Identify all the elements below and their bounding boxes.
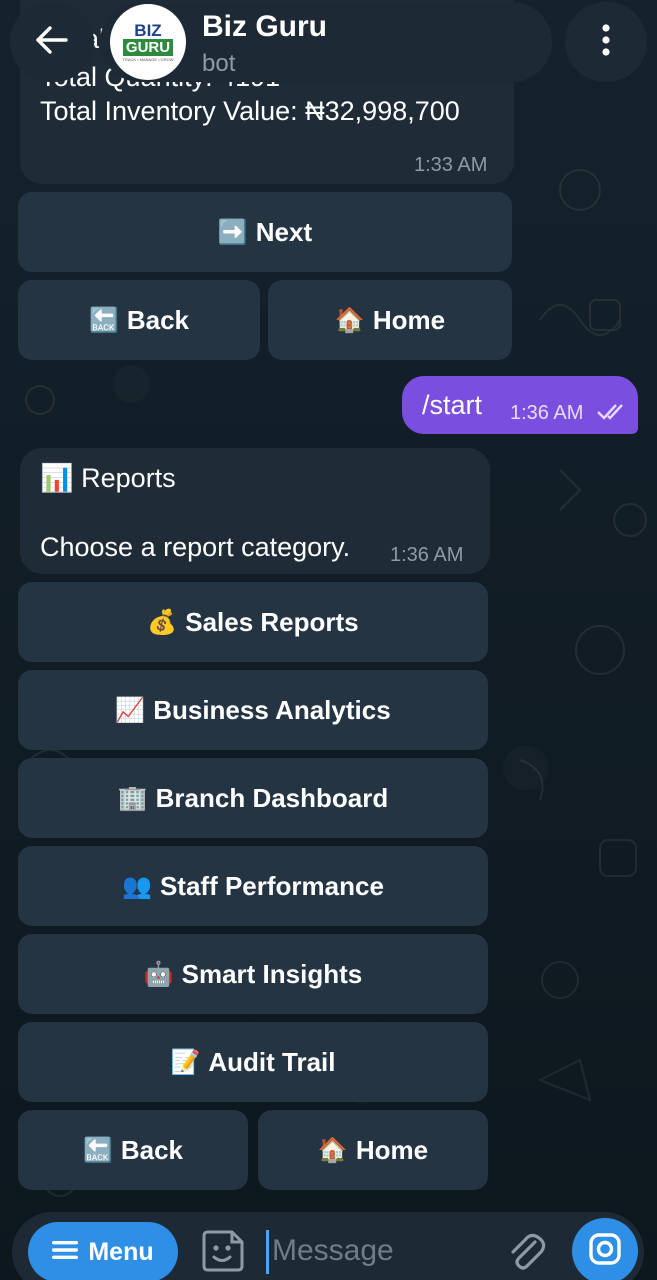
message-input[interactable] (272, 1226, 492, 1276)
menu-label: Menu (88, 1237, 154, 1266)
reports-home-button[interactable]: 🏠 Home (258, 1110, 488, 1190)
back-button[interactable]: 🔙 Back (18, 280, 260, 360)
office-building-icon: 🏢 (117, 784, 148, 812)
vertical-dots-icon (601, 23, 611, 62)
message-time: 1:33 AM (414, 154, 488, 176)
avatar-logo-text-2: GURU (122, 39, 174, 56)
button-label: Branch Dashboard (155, 782, 389, 813)
business-analytics-button[interactable]: 📈 Business Analytics (18, 670, 488, 750)
home-button[interactable]: 🏠 Home (268, 280, 512, 360)
money-bag-icon: 💰 (147, 608, 178, 636)
button-label: Smart Insights (181, 958, 363, 989)
hamburger-icon (52, 1238, 79, 1267)
chart-increasing-icon: 📈 (115, 696, 146, 724)
next-button[interactable]: ➡️ Next (18, 192, 512, 272)
reports-title: 📊 Reports (40, 462, 176, 494)
arrow-left-icon (34, 25, 68, 60)
bot-status: bot (202, 50, 236, 77)
memo-icon: 📝 (170, 1048, 201, 1076)
more-options-button[interactable] (565, 2, 647, 82)
button-label: Sales Reports (185, 606, 359, 637)
smart-insights-button[interactable]: 🤖 Smart Insights (18, 934, 488, 1014)
button-label: Audit Trail (208, 1046, 336, 1077)
paperclip-icon[interactable] (505, 1230, 547, 1277)
reports-back-button[interactable]: 🔙 Back (18, 1110, 248, 1190)
avatar-tagline: TRACK • MANAGE • GROW (122, 57, 174, 62)
chat-header: BIZ GURU TRACK • MANAGE • GROW Biz Guru … (0, 0, 657, 90)
outgoing-text: /start (422, 390, 483, 420)
double-check-icon (596, 402, 628, 427)
bot-name: Biz Guru (202, 10, 327, 43)
arrow-right-icon: ➡️ (217, 218, 248, 246)
camera-icon (588, 1232, 622, 1271)
outgoing-message: /start 1:36 AM (402, 376, 638, 434)
text-cursor (266, 1230, 269, 1274)
house-icon: 🏠 (334, 306, 365, 334)
home-label: Home (372, 304, 446, 335)
back-label: Back (120, 1134, 184, 1165)
back-navigation-button[interactable] (10, 2, 94, 82)
avatar-logo-text-1: BIZ (134, 21, 162, 40)
home-label: Home (355, 1134, 429, 1165)
back-arrow-icon: 🔙 (88, 306, 119, 334)
total-inventory-value-text: Total Inventory Value: ₦32,998,700 (40, 96, 460, 126)
back-label: Back (126, 304, 190, 335)
camera-button[interactable] (572, 1218, 638, 1280)
sticker-icon[interactable] (200, 1228, 246, 1279)
reports-message: 📊 Reports Choose a report category. 1:36… (20, 448, 490, 574)
bot-menu-button[interactable]: Menu (28, 1222, 178, 1280)
back-arrow-icon: 🔙 (82, 1136, 113, 1164)
reports-body-text: Choose a report category. (40, 532, 351, 562)
robot-icon: 🤖 (143, 960, 174, 988)
outgoing-time: 1:36 AM (510, 402, 584, 424)
button-label: Staff Performance (159, 870, 384, 901)
sales-reports-button[interactable]: 💰 Sales Reports (18, 582, 488, 662)
bar-chart-icon: 📊 (40, 463, 74, 493)
people-icon: 👥 (122, 872, 152, 900)
reports-title-text: Reports (81, 463, 176, 493)
branch-dashboard-button[interactable]: 🏢 Branch Dashboard (18, 758, 488, 838)
audit-trail-button[interactable]: 📝 Audit Trail (18, 1022, 488, 1102)
next-label: Next (255, 216, 313, 247)
bot-avatar[interactable]: BIZ GURU TRACK • MANAGE • GROW (110, 4, 186, 80)
message-time: 1:36 AM (390, 544, 464, 566)
house-icon: 🏠 (317, 1136, 348, 1164)
button-label: Business Analytics (153, 694, 391, 725)
staff-performance-button[interactable]: 👥 Staff Performance (18, 846, 488, 926)
